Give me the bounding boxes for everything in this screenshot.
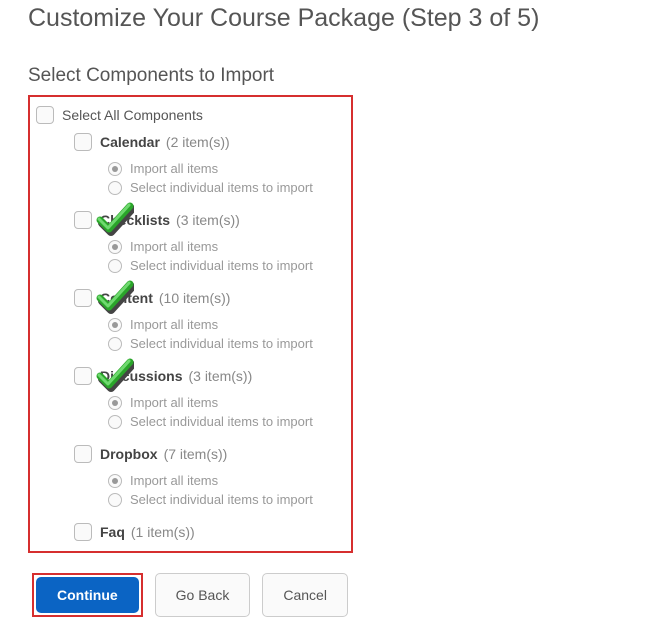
component-count: (1 item(s)) (131, 524, 195, 540)
radio-row: Select individual items to import (108, 334, 343, 353)
section-title: Select Components to Import (28, 65, 664, 87)
component-row-content: Content(10 item(s)) (74, 283, 343, 311)
component-checkbox-dropbox[interactable] (74, 445, 92, 463)
components-highlight-box: Select All Components Calendar (2 item(s)… (28, 95, 353, 553)
radio-import-all-content[interactable] (108, 318, 122, 332)
radio-label: Select individual items to import (130, 258, 313, 273)
select-all-row: Select All Components (36, 103, 343, 127)
cancel-button[interactable]: Cancel (262, 573, 348, 617)
go-back-button[interactable]: Go Back (155, 573, 251, 617)
radio-label: Select individual items to import (130, 336, 313, 351)
component-count: (3 item(s)) (188, 368, 252, 384)
component-row-dropbox: Dropbox (7 item(s)) (74, 439, 343, 467)
radio-row: Import all items (108, 237, 343, 256)
radio-row: Import all items (108, 315, 343, 334)
radio-group-calendar: Import all items Select individual items … (108, 155, 343, 205)
radio-import-all-discussions[interactable] (108, 396, 122, 410)
radio-row: Select individual items to import (108, 256, 343, 275)
radio-import-all-calendar[interactable] (108, 162, 122, 176)
radio-label: Select individual items to import (130, 492, 313, 507)
checkmark-icon (94, 358, 134, 392)
radio-row: Select individual items to import (108, 412, 343, 431)
radio-group-content: Import all items Select individual items … (108, 311, 343, 361)
radio-label: Select individual items to import (130, 414, 313, 429)
radio-import-all-dropbox[interactable] (108, 474, 122, 488)
radio-select-individual-content[interactable] (108, 337, 122, 351)
radio-select-individual-dropbox[interactable] (108, 493, 122, 507)
radio-group-checklists: Import all items Select individual items … (108, 233, 343, 283)
component-checkbox-calendar[interactable] (74, 133, 92, 151)
radio-group-dropbox: Import all items Select individual items … (108, 467, 343, 517)
radio-select-individual-checklists[interactable] (108, 259, 122, 273)
select-all-checkbox[interactable] (36, 106, 54, 124)
radio-row: Select individual items to import (108, 490, 343, 509)
component-row-faq: Faq (1 item(s)) (74, 517, 343, 545)
radio-label: Import all items (130, 395, 218, 410)
component-checkbox-discussions[interactable] (74, 367, 92, 385)
component-count: (10 item(s)) (159, 290, 231, 306)
radio-row: Import all items (108, 159, 343, 178)
component-count: (3 item(s)) (176, 212, 240, 228)
radio-select-individual-discussions[interactable] (108, 415, 122, 429)
radio-import-all-checklists[interactable] (108, 240, 122, 254)
radio-select-individual-calendar[interactable] (108, 181, 122, 195)
component-checkbox-checklists[interactable] (74, 211, 92, 229)
button-bar: Continue Go Back Cancel (32, 553, 664, 617)
radio-row: Import all items (108, 471, 343, 490)
component-count: (7 item(s)) (164, 446, 228, 462)
select-all-label: Select All Components (62, 107, 203, 123)
component-checkbox-faq[interactable] (74, 523, 92, 541)
radio-label: Select individual items to import (130, 180, 313, 195)
checkmark-icon (94, 280, 134, 314)
radio-row: Import all items (108, 393, 343, 412)
component-name: Dropbox (100, 446, 158, 462)
component-name: Calendar (100, 134, 160, 150)
radio-label: Import all items (130, 473, 218, 488)
component-count: (2 item(s)) (166, 134, 230, 150)
component-row-calendar: Calendar (2 item(s)) (74, 127, 343, 155)
radio-label: Import all items (130, 239, 218, 254)
component-row-checklists: Checklists(3 item(s)) (74, 205, 343, 233)
radio-row: Select individual items to import (108, 178, 343, 197)
page-title: Customize Your Course Package (Step 3 of… (28, 4, 664, 33)
component-checkbox-content[interactable] (74, 289, 92, 307)
continue-button[interactable]: Continue (36, 577, 139, 613)
radio-label: Import all items (130, 317, 218, 332)
continue-highlight: Continue (32, 573, 143, 617)
radio-group-discussions: Import all items Select individual items … (108, 389, 343, 439)
radio-label: Import all items (130, 161, 218, 176)
component-name: Faq (100, 524, 125, 540)
component-row-discussions: Discussions(3 item(s)) (74, 361, 343, 389)
checkmark-icon (94, 202, 134, 236)
